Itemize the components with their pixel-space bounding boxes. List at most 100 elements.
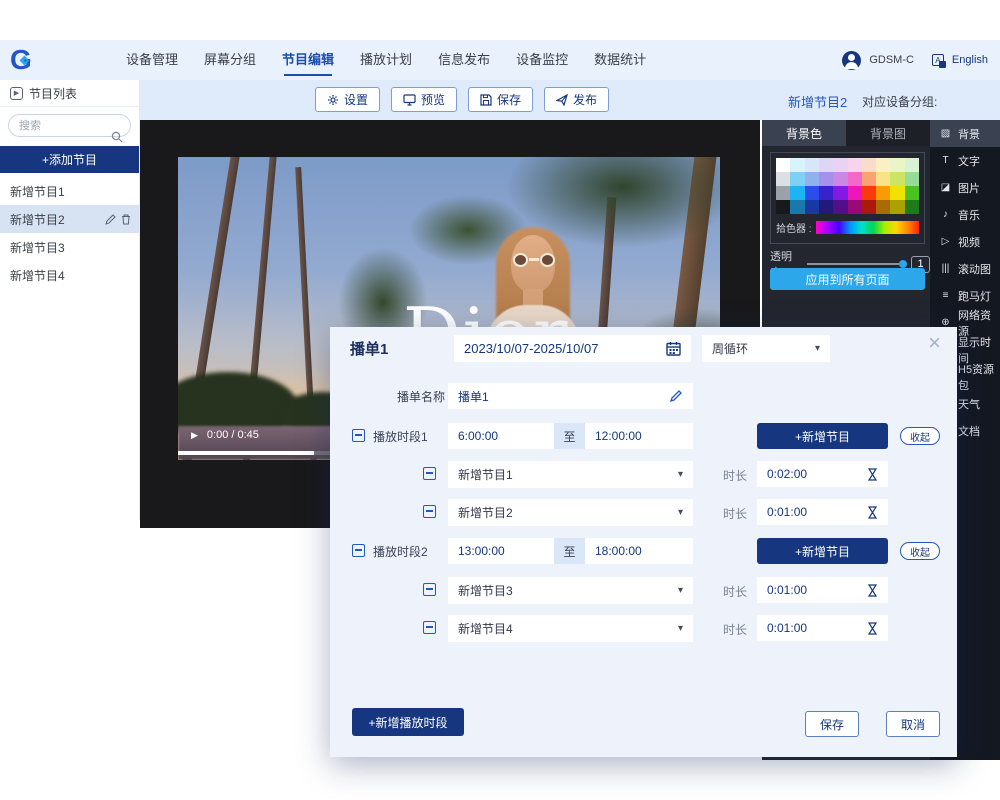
palette-swatch[interactable] bbox=[905, 158, 919, 172]
nav-data-statistics[interactable]: 数据统计 bbox=[588, 40, 652, 80]
remove-program-button[interactable] bbox=[423, 621, 436, 634]
nav-device-management[interactable]: 设备管理 bbox=[120, 40, 184, 80]
palette-swatch[interactable] bbox=[848, 172, 862, 186]
palette-swatch[interactable] bbox=[833, 200, 847, 214]
palette-swatch[interactable] bbox=[790, 172, 804, 186]
playlist-name-input[interactable]: 播单1 bbox=[448, 383, 693, 409]
program-select[interactable]: 新增节目2▾ bbox=[448, 499, 693, 526]
program-item-4[interactable]: 新增节目4 bbox=[0, 261, 139, 289]
program-select[interactable]: 新增节目3▾ bbox=[448, 577, 693, 604]
palette-swatch[interactable] bbox=[805, 172, 819, 186]
add-program-to-slot-button[interactable]: +新增节目 bbox=[757, 538, 888, 564]
user-avatar[interactable] bbox=[842, 51, 861, 70]
delete-icon[interactable] bbox=[121, 214, 131, 225]
palette-swatch[interactable] bbox=[862, 200, 876, 214]
end-time-input[interactable]: 12:00:00 bbox=[585, 423, 693, 449]
palette-swatch[interactable] bbox=[890, 186, 904, 200]
nav-screen-groups[interactable]: 屏幕分组 bbox=[198, 40, 262, 80]
rail-item-video[interactable]: ▷视频 bbox=[930, 228, 1000, 255]
palette-swatch[interactable] bbox=[805, 186, 819, 200]
palette-swatch[interactable] bbox=[876, 186, 890, 200]
palette-swatch[interactable] bbox=[833, 186, 847, 200]
tab-background-color[interactable]: 背景色 bbox=[762, 120, 846, 146]
palette-swatch[interactable] bbox=[790, 186, 804, 200]
nav-program-editor[interactable]: 节目编辑 bbox=[276, 40, 340, 80]
rail-item-marquee[interactable]: ≡跑马灯 bbox=[930, 282, 1000, 309]
add-program-to-slot-button[interactable]: +新增节目 bbox=[757, 423, 888, 449]
duration-input[interactable]: 0:01:00 bbox=[757, 615, 888, 641]
nav-info-publish[interactable]: 信息发布 bbox=[432, 40, 496, 80]
palette-swatch[interactable] bbox=[848, 200, 862, 214]
start-time-input[interactable]: 6:00:00 bbox=[448, 423, 554, 449]
calendar-icon[interactable] bbox=[666, 341, 681, 356]
collapse-button[interactable]: 收起 bbox=[900, 427, 940, 445]
start-time-input[interactable]: 13:00:00 bbox=[448, 538, 554, 564]
opacity-slider-handle[interactable] bbox=[899, 260, 907, 268]
palette-swatch[interactable] bbox=[905, 200, 919, 214]
palette-swatch[interactable] bbox=[805, 158, 819, 172]
palette-swatch[interactable] bbox=[905, 172, 919, 186]
palette-swatch[interactable] bbox=[862, 172, 876, 186]
program-item-2[interactable]: 新增节目2 bbox=[0, 205, 139, 233]
palette-swatch[interactable] bbox=[790, 200, 804, 214]
nav-device-monitor[interactable]: 设备监控 bbox=[510, 40, 574, 80]
palette-swatch[interactable] bbox=[890, 172, 904, 186]
palette-swatch[interactable] bbox=[819, 200, 833, 214]
rail-item-text[interactable]: T文字 bbox=[930, 147, 1000, 174]
palette-swatch[interactable] bbox=[905, 186, 919, 200]
duration-input[interactable]: 0:02:00 bbox=[757, 461, 888, 487]
end-time-input[interactable]: 18:00:00 bbox=[585, 538, 693, 564]
palette-swatch[interactable] bbox=[848, 186, 862, 200]
rail-item-music[interactable]: ♪音乐 bbox=[930, 201, 1000, 228]
palette-swatch[interactable] bbox=[776, 172, 790, 186]
tab-background-image[interactable]: 背景图 bbox=[846, 120, 930, 146]
palette-swatch[interactable] bbox=[848, 158, 862, 172]
cycle-mode-select[interactable]: 周循环 ▾ bbox=[702, 335, 830, 362]
close-icon[interactable]: × bbox=[928, 329, 941, 357]
apply-all-pages-button[interactable]: 应用到所有页面 bbox=[770, 268, 925, 290]
username-label[interactable]: GDSM-C bbox=[869, 54, 914, 66]
opacity-slider[interactable] bbox=[807, 263, 905, 265]
add-program-button[interactable]: +添加节目 bbox=[0, 146, 139, 173]
settings-button[interactable]: 设置 bbox=[315, 87, 380, 112]
save-button[interactable]: 保存 bbox=[468, 87, 533, 112]
play-icon[interactable]: ▶ bbox=[191, 430, 198, 441]
rail-item-scroll-image[interactable]: |||滚动图 bbox=[930, 255, 1000, 282]
palette-swatch[interactable] bbox=[876, 200, 890, 214]
palette-swatch[interactable] bbox=[833, 158, 847, 172]
add-time-slot-button[interactable]: +新增播放时段 bbox=[352, 708, 464, 736]
edit-icon[interactable] bbox=[669, 389, 683, 403]
program-item-1[interactable]: 新增节目1 bbox=[0, 177, 139, 205]
current-program-name[interactable]: 新增节目2 bbox=[788, 92, 847, 111]
palette-swatch[interactable] bbox=[890, 200, 904, 214]
program-item-3[interactable]: 新增节目3 bbox=[0, 233, 139, 261]
palette-swatch[interactable] bbox=[862, 186, 876, 200]
remove-section-button[interactable] bbox=[352, 429, 365, 442]
palette-swatch[interactable] bbox=[819, 186, 833, 200]
collapse-button[interactable]: 收起 bbox=[900, 542, 940, 560]
date-range-input[interactable]: 2023/10/07-2025/10/07 bbox=[454, 335, 691, 362]
preview-button[interactable]: 预览 bbox=[391, 87, 457, 112]
palette-swatch[interactable] bbox=[805, 200, 819, 214]
remove-program-button[interactable] bbox=[423, 583, 436, 596]
nav-play-schedule[interactable]: 播放计划 bbox=[354, 40, 418, 80]
remove-program-button[interactable] bbox=[423, 467, 436, 480]
duration-input[interactable]: 0:01:00 bbox=[757, 499, 888, 525]
program-select[interactable]: 新增节目4▾ bbox=[448, 615, 693, 642]
edit-icon[interactable] bbox=[105, 214, 116, 225]
publish-button[interactable]: 发布 bbox=[544, 87, 609, 112]
palette-swatch[interactable] bbox=[876, 158, 890, 172]
palette-swatch[interactable] bbox=[776, 186, 790, 200]
palette-swatch[interactable] bbox=[776, 158, 790, 172]
brand-logo-icon[interactable]: G▪▪ bbox=[10, 44, 42, 76]
rail-item-background[interactable]: ▨背景 bbox=[930, 120, 1000, 147]
palette-swatch[interactable] bbox=[790, 158, 804, 172]
language-switch[interactable]: English bbox=[952, 54, 988, 66]
palette-swatch[interactable] bbox=[833, 172, 847, 186]
remove-section-button[interactable] bbox=[352, 544, 365, 557]
palette-swatch[interactable] bbox=[776, 200, 790, 214]
duration-input[interactable]: 0:01:00 bbox=[757, 577, 888, 603]
program-select[interactable]: 新增节目1▾ bbox=[448, 461, 693, 488]
palette-swatch[interactable] bbox=[819, 158, 833, 172]
palette-swatch[interactable] bbox=[890, 158, 904, 172]
